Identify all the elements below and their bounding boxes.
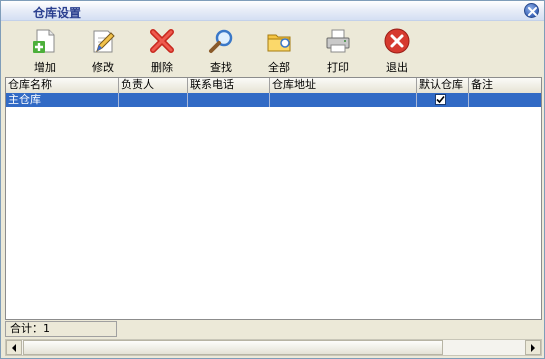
- all-button[interactable]: 全部: [255, 25, 303, 74]
- exit-button[interactable]: 退出: [373, 25, 421, 74]
- table-header: 仓库名称 负责人 联系电话 仓库地址 默认仓库 备注: [6, 78, 541, 93]
- toolbar: 增加 修改 删除 查找 全部 打印 退出: [1, 21, 544, 76]
- print-label: 打印: [327, 61, 349, 74]
- magnifier-icon: [209, 29, 233, 53]
- column-header-phone[interactable]: 联系电话: [188, 78, 270, 93]
- all-label: 全部: [268, 61, 290, 74]
- cell-note: [469, 93, 541, 107]
- exit-circle-x-icon: [384, 28, 410, 54]
- status-bar: 合计：1: [5, 321, 542, 338]
- horizontal-scrollbar[interactable]: [5, 339, 542, 356]
- cell-name: 主仓库: [6, 93, 119, 107]
- title-bar: 仓库设置: [1, 1, 544, 21]
- add-document-icon: [33, 29, 55, 53]
- printer-icon: [326, 29, 350, 53]
- scroll-left-button[interactable]: [6, 340, 22, 355]
- add-button[interactable]: 增加: [21, 25, 69, 74]
- cell-manager: [119, 93, 188, 107]
- delete-label: 删除: [151, 61, 173, 74]
- column-header-default[interactable]: 默认仓库: [417, 78, 469, 93]
- exit-label: 退出: [386, 61, 408, 74]
- delete-x-icon: [150, 29, 174, 53]
- window-title: 仓库设置: [33, 6, 82, 20]
- print-button[interactable]: 打印: [314, 25, 362, 74]
- arrow-right-icon: [531, 344, 535, 352]
- edit-label: 修改: [92, 61, 114, 74]
- default-warehouse-checkbox[interactable]: [435, 94, 446, 105]
- cell-phone: [188, 93, 270, 107]
- cell-default: [417, 93, 469, 107]
- scroll-thumb[interactable]: [23, 340, 443, 355]
- total-count: 合计：1: [5, 321, 117, 337]
- cell-address: [270, 93, 417, 107]
- edit-pencil-icon: [93, 30, 115, 53]
- delete-button[interactable]: 删除: [138, 25, 186, 74]
- folder-icon: [267, 34, 291, 52]
- warehouse-table[interactable]: 仓库名称 负责人 联系电话 仓库地址 默认仓库 备注 主仓库: [5, 77, 542, 320]
- add-label: 增加: [34, 61, 56, 74]
- column-header-note[interactable]: 备注: [469, 78, 541, 93]
- close-window-button[interactable]: [524, 3, 539, 18]
- column-header-manager[interactable]: 负责人: [119, 78, 188, 93]
- warehouse-settings-window: 仓库设置 增加 修改 删除 查找 全部 打印 退出 仓库名称 负责人 联系电话 …: [0, 0, 545, 359]
- column-header-address[interactable]: 仓库地址: [270, 78, 417, 93]
- close-icon: [528, 7, 537, 16]
- checkmark-icon: [436, 95, 445, 104]
- find-label: 查找: [210, 61, 232, 74]
- arrow-left-icon: [12, 344, 16, 352]
- column-header-name[interactable]: 仓库名称: [6, 78, 119, 93]
- find-button[interactable]: 查找: [197, 25, 245, 74]
- table-row[interactable]: 主仓库: [6, 93, 541, 107]
- edit-button[interactable]: 修改: [79, 25, 127, 74]
- scroll-right-button[interactable]: [525, 340, 541, 355]
